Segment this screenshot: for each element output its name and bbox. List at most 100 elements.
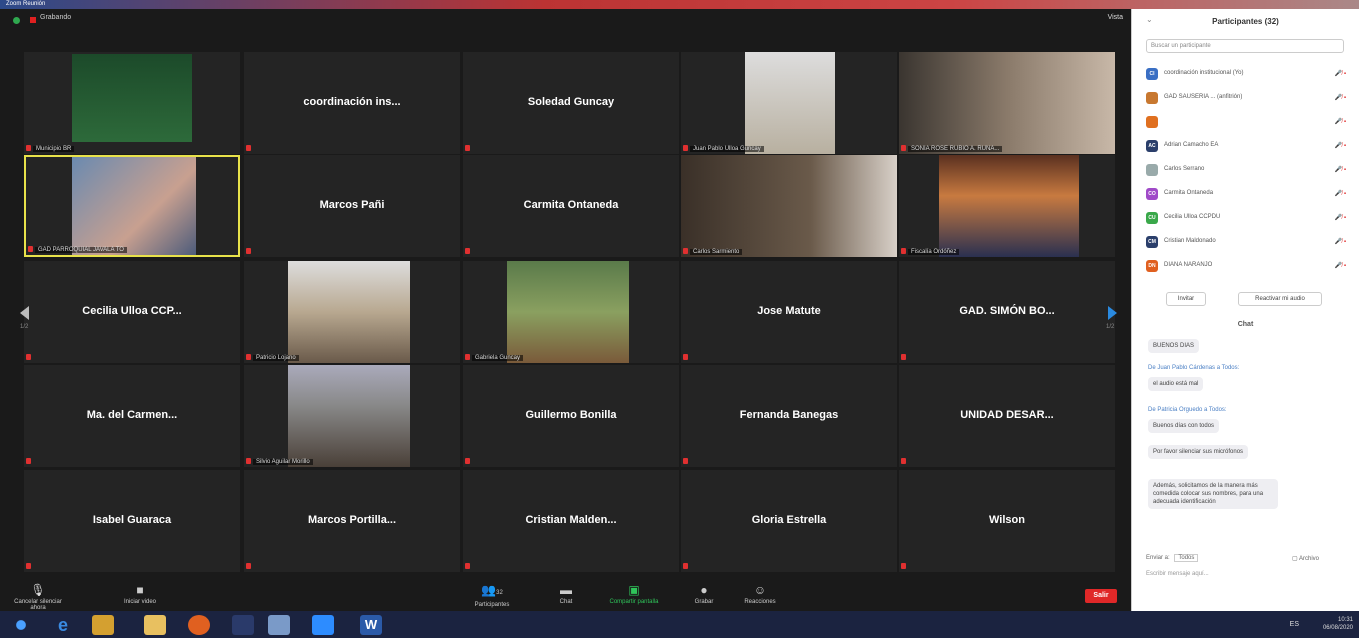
clock-time: 10:31 — [1337, 617, 1353, 623]
avatar: CI — [1146, 68, 1158, 80]
chrome-icon[interactable] — [92, 615, 114, 635]
participant-tile[interactable]: Cristian Malden... — [463, 470, 679, 572]
participant-tile[interactable]: Fernanda Banegas — [681, 365, 897, 467]
share-label: Compartir pantalla — [609, 599, 659, 605]
participant-tile[interactable]: Gabriela Guncay — [463, 261, 679, 363]
muted-mic-icon — [246, 248, 251, 254]
video-label: Iniciar video — [123, 599, 156, 605]
recording-label: Grabando — [40, 14, 72, 21]
participant-tile[interactable]: Gloria Estrella — [681, 470, 897, 572]
muted-mic-icon: 🎤̸ ▪ — [1334, 119, 1346, 125]
record-label: Grabar — [694, 599, 714, 605]
participant-tile[interactable]: Wilson — [899, 470, 1115, 572]
record-icon: ● — [700, 583, 708, 597]
avatar: DN — [1146, 260, 1158, 272]
avatar — [1146, 164, 1158, 176]
firefox-icon[interactable] — [188, 615, 210, 635]
chat-message: Buenos días con todos — [1148, 419, 1220, 433]
participant-tile[interactable]: Jose Matute — [681, 261, 897, 363]
participant-tile[interactable]: Marcos Portilla... — [244, 470, 460, 572]
participant-tile[interactable]: GAD PARROQUIAL JAVALA TO — [24, 155, 240, 257]
participant-name: Fernanda Banegas — [739, 409, 839, 421]
participant-list: CI coordinación institucional (Yo) 🎤̸ ▪ GAD… — [1146, 63, 1346, 279]
page-indicator-left: 1/2 — [20, 324, 29, 330]
participant-tile[interactable]: Silvio Aguilar Morillo — [244, 365, 460, 467]
zoom-icon[interactable] — [312, 615, 334, 635]
next-page-button[interactable]: 1/2 — [1104, 294, 1122, 334]
invite-button[interactable]: Invitar — [1166, 292, 1206, 306]
word-icon[interactable]: W — [360, 615, 382, 635]
participant-search-input[interactable]: Buscar un participante — [1146, 39, 1344, 53]
participant-tile[interactable]: coordinación ins... — [244, 52, 460, 154]
participant-list-item[interactable]: CI coordinación institucional (Yo) 🎤̸ ▪ — [1146, 63, 1346, 87]
participant-list-item[interactable]: AC Adrian Camacho EA 🎤̸ ▪ — [1146, 135, 1346, 159]
participant-tile[interactable]: Soledad Guncay — [463, 52, 679, 154]
share-screen-icon: ▣ — [628, 583, 640, 597]
mute-button[interactable]: 🎙 Cancelar silenciar ahora — [8, 583, 68, 611]
participant-tile[interactable]: Guillermo Bonilla — [463, 365, 679, 467]
muted-mic-icon — [246, 458, 251, 464]
muted-mic-icon — [246, 354, 251, 360]
participant-tile[interactable]: Isabel Guaraca — [24, 470, 240, 572]
participant-tile[interactable]: GAD. SIMÓN BO... — [899, 261, 1115, 363]
participant-list-item[interactable]: CM Cristian Maldonado 🎤̸ ▪ — [1146, 231, 1346, 255]
participant-list-item[interactable]: GAD SAUSERIA ... (anfitrión) 🎤̸ ▪ — [1146, 87, 1346, 111]
participant-label: SONIA ROSE RUBIO A. RUNA... — [908, 146, 1003, 152]
participant-list-item[interactable]: 🎤̸ ▪ — [1146, 111, 1346, 135]
chat-input[interactable]: Escribir mensaje aquí... — [1146, 571, 1209, 577]
security-shield-icon[interactable] — [13, 17, 20, 24]
muted-mic-icon — [901, 354, 906, 360]
meeting-toolbar: 🎙 Cancelar silenciar ahora ■ Iniciar vid… — [0, 579, 1131, 611]
participant-list-item[interactable]: CO Carmita Ontaneda 🎤̸ ▪ — [1146, 183, 1346, 207]
participants-button[interactable]: 👥32 Participantes — [462, 583, 522, 608]
participant-tile[interactable]: Marcos Pañi — [244, 155, 460, 257]
participant-tile[interactable]: Municipio BR — [24, 52, 240, 154]
participant-list-name: GAD SAUSERIA ... (anfitrión) — [1164, 94, 1243, 100]
file-button[interactable]: ▢ Archivo — [1292, 555, 1319, 562]
participant-tile[interactable]: Juan Pablo Ulloa Guncay — [681, 52, 897, 154]
windows-taskbar: e W ES 10:31 06/08/2020 — [0, 611, 1359, 638]
participant-tile[interactable]: Fiscalía Ordóñez — [899, 155, 1115, 257]
leave-button[interactable]: Salir — [1085, 589, 1117, 603]
share-screen-button[interactable]: ▣ Compartir pantalla — [604, 583, 664, 605]
unmute-all-button[interactable]: Reactivar mi audio — [1238, 292, 1322, 306]
muted-mic-icon — [26, 145, 31, 151]
muted-mic-icon: 🎤̸ ▪ — [1334, 215, 1346, 221]
participant-name: Guillermo Bonilla — [525, 409, 617, 421]
start-icon[interactable] — [10, 615, 32, 635]
participant-list-item[interactable]: CU Cecilia Ulloa CCPDU 🎤̸ ▪ — [1146, 207, 1346, 231]
participant-name: Ma. del Carmen... — [86, 409, 178, 421]
media-player-icon[interactable] — [232, 615, 254, 635]
internet-explorer-icon[interactable]: e — [52, 615, 74, 635]
logo-image — [72, 54, 192, 142]
participant-label: Juan Pablo Ulloa Guncay — [690, 146, 764, 152]
participant-tile[interactable]: SONIA ROSE RUBIO A. RUNA... — [899, 52, 1115, 154]
record-button[interactable]: ● Grabar — [674, 583, 734, 605]
language-indicator[interactable]: ES — [1290, 621, 1299, 628]
participant-list-item[interactable]: DN DIANA NARANJO 🎤̸ ▪ — [1146, 255, 1346, 279]
participant-tile[interactable]: Carmita Ontaneda — [463, 155, 679, 257]
chat-message: Por favor silenciar sus micrófonos — [1148, 445, 1249, 459]
view-button[interactable]: Vista — [1108, 14, 1123, 21]
camera-icon: ■ — [136, 583, 144, 597]
participant-tile[interactable]: UNIDAD DESAR... — [899, 365, 1115, 467]
video-button[interactable]: ■ Iniciar video — [110, 583, 170, 605]
participant-tile[interactable]: Cecilia Ulloa CCP... — [24, 261, 240, 363]
file-explorer-icon[interactable] — [144, 615, 166, 635]
system-clock[interactable]: 10:31 06/08/2020 — [1323, 616, 1353, 632]
photos-icon[interactable] — [268, 615, 290, 635]
participant-name: Jose Matute — [757, 305, 821, 317]
participant-tile[interactable]: Patricio Lojano — [244, 261, 460, 363]
send-to-selector[interactable]: Enviar a: Todos — [1146, 554, 1199, 562]
muted-mic-icon — [465, 563, 470, 569]
participant-label: Patricio Lojano — [253, 355, 299, 361]
chat-sender: De Juan Pablo Cárdenas a Todos: — [1148, 365, 1240, 371]
participant-list-item[interactable]: Carlos Serrano 🎤̸ ▪ — [1146, 159, 1346, 183]
send-to-value[interactable]: Todos — [1174, 554, 1199, 562]
prev-page-button[interactable]: 1/2 — [18, 294, 36, 334]
participants-title: Participantes (32) — [1212, 17, 1279, 26]
participant-tile[interactable]: Ma. del Carmen... — [24, 365, 240, 467]
chat-button[interactable]: ▬ Chat — [536, 583, 596, 605]
reactions-button[interactable]: ☺ Reacciones — [730, 583, 790, 605]
participant-tile[interactable]: Carlos Sarmiento — [681, 155, 897, 257]
